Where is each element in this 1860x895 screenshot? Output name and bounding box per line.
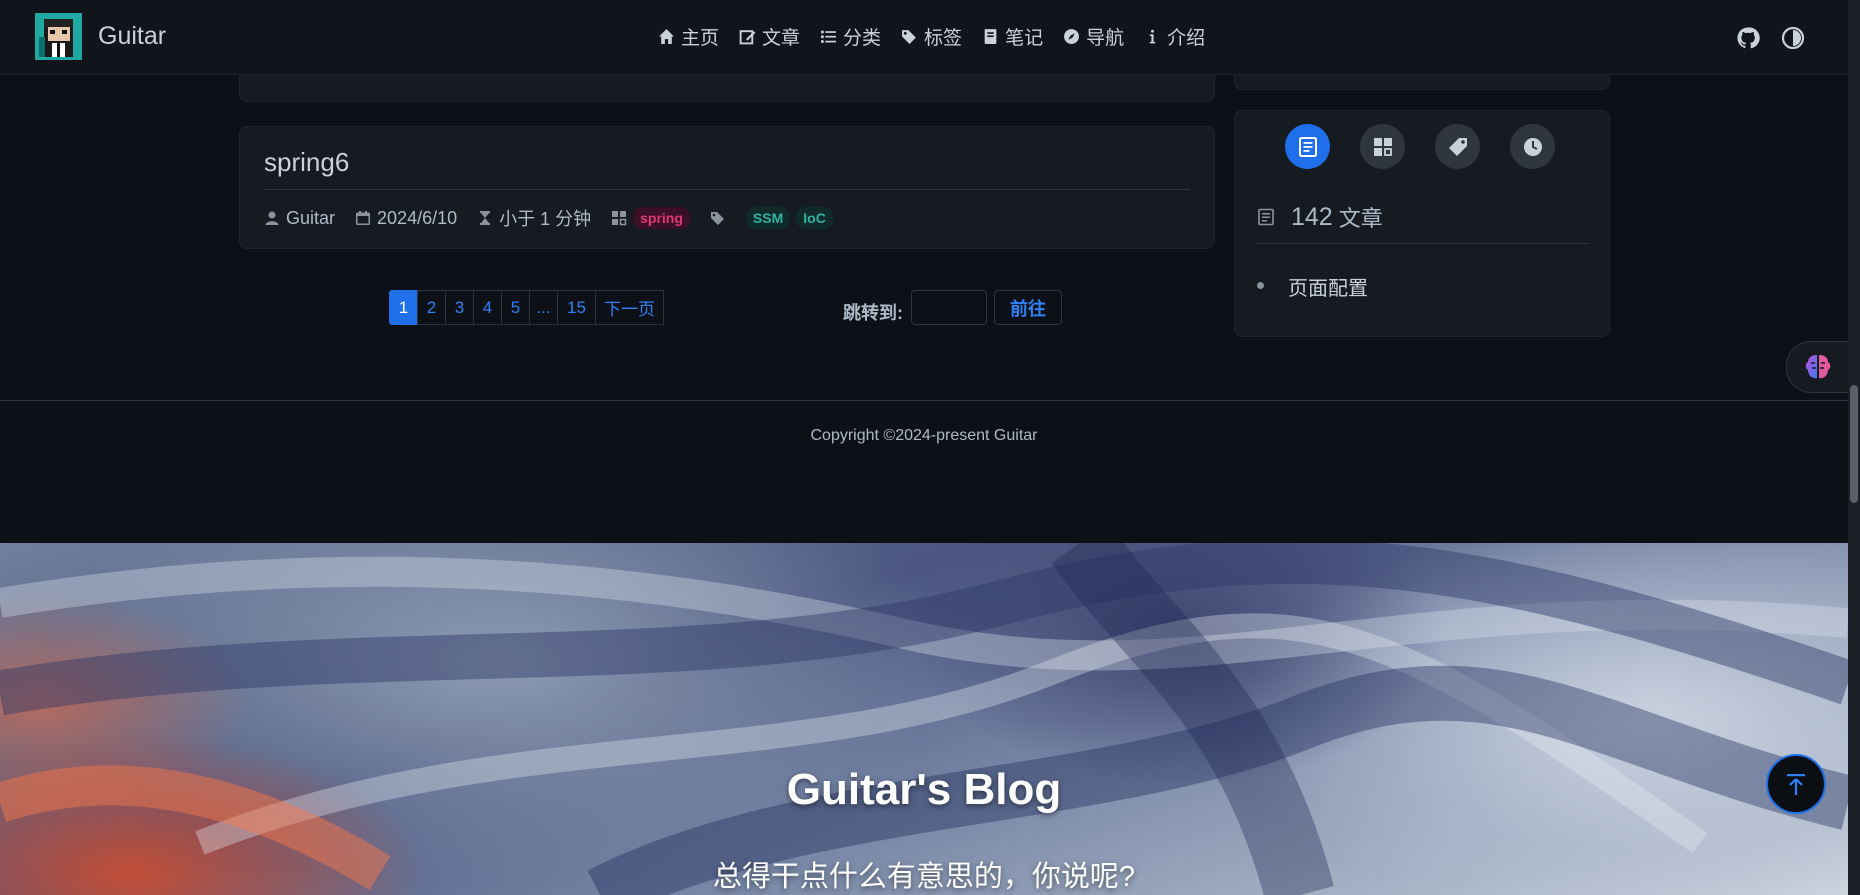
nav-item-label: 标签 [924,28,963,49]
nav-item-notes[interactable]: 笔记 [982,23,1043,50]
hero-title: Guitar's Blog [786,765,1062,814]
main-nav: 主页 文章 分类 标签 笔记 导航 介绍 [658,23,1205,50]
tags-icon [902,30,916,44]
brain-icon [1805,355,1831,379]
site-logo[interactable] [35,13,82,60]
nav-item-home[interactable]: 主页 [658,23,719,50]
user-icon [265,211,279,225]
hourglass-icon [480,211,491,225]
article-icon [1298,136,1317,157]
sidebar-card: 142 文章 页面配置 [1234,110,1610,337]
home-icon [659,29,674,44]
jump-page-input[interactable] [911,290,987,325]
calendar-icon [356,211,371,225]
go-button[interactable]: 前往 [994,290,1062,325]
post-date: 2024/6/10 [377,207,458,228]
jump-label: 跳转到: [843,303,903,323]
edit-icon [739,30,756,45]
tab-timeline[interactable] [1510,124,1555,169]
page-button[interactable]: 2 [417,290,446,325]
nav-item-about[interactable]: 介绍 [1144,23,1205,50]
theme-toggle-icon[interactable] [1781,26,1805,50]
post-card[interactable]: spring6 Guitar 2024/6/10 小于 1 分钟 spring … [239,126,1215,249]
pagination: 1 2 3 4 5 ... 15 下一页 [389,290,664,325]
tab-categories[interactable] [1360,124,1405,169]
page-button[interactable]: 1 [389,290,418,325]
footer-copyright: Copyright ©2024-present Guitar [810,427,1038,444]
book-icon [984,29,997,44]
post-title[interactable]: spring6 [264,147,349,178]
page-button[interactable]: 3 [445,290,474,325]
compass-icon [1064,29,1080,44]
footer-divider [0,400,1848,401]
nav-item-categories[interactable]: 分类 [820,23,881,50]
nav-item-label: 文章 [762,28,801,49]
info-icon [1149,29,1156,44]
page-button[interactable]: 4 [473,290,502,325]
page-button[interactable]: 15 [557,290,596,325]
tag-icon [710,212,724,225]
bullet-icon [1257,282,1264,289]
post-meta: Guitar 2024/6/10 小于 1 分钟 spring SSM IoC [264,205,833,231]
scrollbar-thumb[interactable] [1850,385,1858,503]
nav-item-navigation[interactable]: 导航 [1063,23,1124,50]
tag-icon [1448,137,1467,156]
post-tag[interactable]: SSM [745,207,791,229]
category-icon [612,211,627,226]
nav-item-label: 笔记 [1005,28,1044,49]
list-icon [821,30,836,43]
page-scrollbar[interactable] [1848,0,1860,895]
article-count: 142 [1291,202,1333,231]
article-icon [1258,208,1274,226]
nav-item-label: 主页 [681,28,720,49]
article-count-label: 文章 [1338,206,1383,231]
post-author[interactable]: Guitar [286,208,335,229]
nav-item-label: 导航 [1086,28,1125,49]
next-page-button[interactable]: 下一页 [595,290,664,325]
hero-background-image [0,543,1848,895]
nav-item-label: 介绍 [1167,28,1206,49]
page-button[interactable]: 5 [501,290,530,325]
back-to-top-button[interactable] [1766,754,1826,814]
hero-banner: Guitar's Blog 总得干点什么有意思的，你说呢? [0,543,1848,895]
clock-icon [1523,137,1542,156]
sidebar-divider [1255,243,1589,244]
nav-item-label: 分类 [843,28,882,49]
tab-articles[interactable] [1285,124,1330,169]
article-stat: 142 文章 [1257,201,1383,233]
post-tag[interactable]: IoC [796,207,833,229]
tab-tags[interactable] [1435,124,1480,169]
page-ellipsis[interactable]: ... [529,290,558,325]
top-navbar: Guitar 主页 文章 分类 标签 笔记 导航 介绍 [0,0,1848,75]
category-icon [1373,137,1392,156]
sidebar-link-page-config[interactable]: 页面配置 [1288,272,1368,301]
post-divider [264,189,1190,190]
arrow-up-icon [1787,774,1805,795]
site-title[interactable]: Guitar [98,22,166,51]
github-icon[interactable] [1736,26,1760,50]
post-reading-time: 小于 1 分钟 [499,209,592,229]
hero-subtitle: 总得干点什么有意思的，你说呢? [712,861,1136,893]
nav-item-articles[interactable]: 文章 [739,23,800,50]
post-category[interactable]: spring [633,207,690,229]
nav-item-tags[interactable]: 标签 [901,23,962,50]
